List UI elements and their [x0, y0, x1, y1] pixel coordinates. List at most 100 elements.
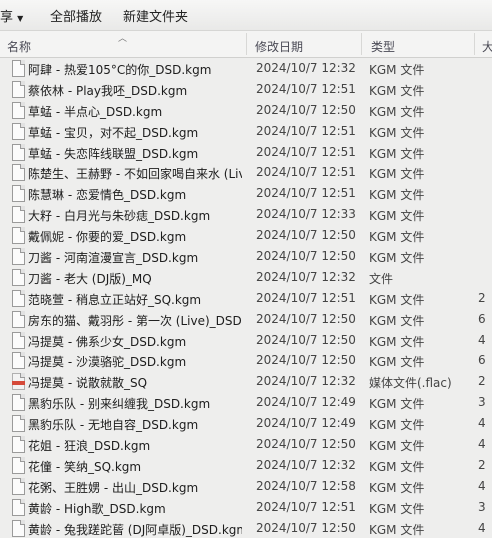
file-name: 戴佩妮 - 你要的爱_DSD.kgm: [28, 230, 187, 245]
column-size[interactable]: 大: [482, 38, 492, 55]
file-row[interactable]: 刀酱 - 老大 (DJ版)_MQ 2024/10/7 12:32 文件: [0, 267, 492, 288]
file-name: 黄龄 - High歌_DSD.kgm: [28, 501, 166, 516]
file-name: 陈慧琳 - 恋爱情色_DSD.kgm: [28, 188, 187, 203]
file-type: KGM 文件: [369, 292, 425, 307]
file-row[interactable]: 大籽 - 白月光与朱砂痣_DSD.kgm 2024/10/7 12:33 KGM 文…: [0, 204, 492, 225]
file-type: KGM 文件: [369, 522, 425, 537]
file-row[interactable]: 草蜢 - 失恋阵线联盟_DSD.kgm 2024/10/7 12:51 KGM 文件: [0, 142, 492, 163]
file-date-modified: 2024/10/7 12:51: [256, 499, 356, 514]
file-icon: [12, 498, 25, 516]
file-date-modified: 2024/10/7 12:51: [256, 144, 356, 159]
file-row[interactable]: 冯提莫 - 说散就散_SQ 2024/10/7 12:32 媒体文件(.flac) 2: [0, 371, 492, 392]
file-row[interactable]: 黄龄 - 兔我蹉跎蒈 (DJ阿卓版)_DSD.kgm 2024/10/7 12:5…: [0, 518, 492, 538]
play-all-button[interactable]: 全部播放: [50, 6, 102, 25]
file-date-modified: 2024/10/7 12:49: [256, 416, 356, 431]
file-row[interactable]: 冯提莫 - 沙漠骆驼_DSD.kgm 2024/10/7 12:50 KGM 文件 6: [0, 350, 492, 371]
file-icon: [12, 477, 25, 495]
column-divider[interactable]: [361, 33, 362, 55]
file-row[interactable]: 陈慧琳 - 恋爱情色_DSD.kgm 2024/10/7 12:51 KGM 文件: [0, 183, 492, 204]
file-row[interactable]: 花姐 - 狂浪_DSD.kgm 2024/10/7 12:50 KGM 文件 4: [0, 434, 492, 455]
file-row[interactable]: 戴佩妮 - 你要的爱_DSD.kgm 2024/10/7 12:50 KGM 文件: [0, 225, 492, 246]
file-icon: [12, 268, 25, 286]
share-menu[interactable]: 享 ▼: [0, 6, 23, 25]
file-row[interactable]: 冯提莫 - 佛系少女_DSD.kgm 2024/10/7 12:50 KGM 文件 4: [0, 330, 492, 351]
file-date-modified: 2024/10/7 12:51: [256, 81, 356, 96]
file-row[interactable]: 房东的猫、戴羽彤 - 第一次 (Live)_DSD... 2024/10/7 12…: [0, 309, 492, 330]
file-icon: [12, 248, 25, 266]
file-date-modified: 2024/10/7 12:51: [256, 186, 356, 201]
chevron-down-icon: ▼: [17, 14, 24, 23]
file-icon: [12, 122, 25, 140]
file-size: 2: [478, 374, 486, 389]
file-name: 花粥、王胜娚 - 出山_DSD.kgm: [28, 480, 199, 495]
file-name: 草蜢 - 失恋阵线联盟_DSD.kgm: [28, 146, 199, 161]
file-icon: [12, 415, 25, 433]
file-icon: [12, 164, 25, 182]
column-header: ︿ 名称 修改日期 类型 大: [0, 31, 492, 58]
column-date-modified[interactable]: 修改日期: [255, 38, 303, 55]
file-type: KGM 文件: [369, 334, 425, 349]
file-row[interactable]: 黄龄 - High歌_DSD.kgm 2024/10/7 12:51 KGM 文件 3: [0, 497, 492, 518]
file-row[interactable]: 黑豹乐队 - 别来纠缠我_DSD.kgm 2024/10/7 12:49 KGM 文…: [0, 392, 492, 413]
file-type: KGM 文件: [369, 230, 425, 245]
file-type: KGM 文件: [369, 501, 425, 516]
file-date-modified: 2024/10/7 12:51: [256, 165, 356, 180]
file-date-modified: 2024/10/7 12:50: [256, 520, 356, 535]
file-type: KGM 文件: [369, 459, 425, 474]
file-name: 黑豹乐队 - 无地自容_DSD.kgm: [28, 418, 199, 433]
file-date-modified: 2024/10/7 12:50: [256, 353, 356, 368]
file-date-modified: 2024/10/7 12:50: [256, 249, 356, 264]
file-name: 范晓萱 - 稍息立正站好_SQ.kgm: [28, 292, 202, 307]
file-size: 4: [478, 332, 486, 347]
file-size: 4: [478, 416, 486, 431]
file-name: 刀酱 - 河南渲漫宣言_DSD.kgm: [28, 251, 199, 266]
file-date-modified: 2024/10/7 12:32: [256, 374, 356, 389]
file-icon: [12, 206, 25, 224]
column-type[interactable]: 类型: [371, 38, 395, 55]
file-row[interactable]: 陈楚生、王赫野 - 不如回家喝自来水 (Liv... 2024/10/7 12:5…: [0, 162, 492, 183]
file-date-modified: 2024/10/7 12:32: [256, 269, 356, 284]
file-row[interactable]: 范晓萱 - 稍息立正站好_SQ.kgm 2024/10/7 12:51 KGM 文件…: [0, 288, 492, 309]
file-size: 3: [478, 395, 486, 410]
file-date-modified: 2024/10/7 12:33: [256, 207, 356, 222]
file-name: 黑豹乐队 - 别来纠缠我_DSD.kgm: [28, 397, 211, 412]
file-type: KGM 文件: [369, 209, 425, 224]
column-name[interactable]: 名称: [7, 38, 31, 55]
file-icon: [12, 185, 25, 203]
file-name: 大籽 - 白月光与朱砂痣_DSD.kgm: [28, 209, 211, 224]
file-name: 刀酱 - 老大 (DJ版)_MQ: [28, 271, 152, 286]
flac-file-icon: [12, 373, 25, 391]
file-row[interactable]: 草蜢 - 半点心_DSD.kgm 2024/10/7 12:50 KGM 文件: [0, 100, 492, 121]
file-type: KGM 文件: [369, 313, 425, 328]
file-type: KGM 文件: [369, 355, 425, 370]
file-name: 陈楚生、王赫野 - 不如回家喝自来水 (Liv...: [28, 167, 242, 182]
file-type: KGM 文件: [369, 83, 425, 98]
file-row[interactable]: 黑豹乐队 - 无地自容_DSD.kgm 2024/10/7 12:49 KGM 文件…: [0, 413, 492, 434]
file-row[interactable]: 花僮 - 笑纳_SQ.kgm 2024/10/7 12:32 KGM 文件 2: [0, 455, 492, 476]
file-name: 草蜢 - 宝贝，对不起_DSD.kgm: [28, 125, 199, 140]
file-name: 蔡依林 - Play我呸_DSD.kgm: [28, 83, 188, 98]
file-row[interactable]: 蔡依林 - Play我呸_DSD.kgm 2024/10/7 12:51 KGM 文…: [0, 79, 492, 100]
file-icon: [12, 101, 25, 119]
file-size: 4: [478, 520, 486, 535]
file-name: 冯提莫 - 佛系少女_DSD.kgm: [28, 334, 187, 349]
file-type: KGM 文件: [369, 104, 425, 119]
file-row[interactable]: 花粥、王胜娚 - 出山_DSD.kgm 2024/10/7 12:58 KGM 文件…: [0, 476, 492, 497]
new-folder-button[interactable]: 新建文件夹: [123, 6, 188, 25]
file-icon: [12, 310, 25, 328]
file-size: 2: [478, 290, 486, 305]
file-icon: [12, 394, 25, 412]
file-size: 4: [478, 478, 486, 493]
file-size: 4: [478, 437, 486, 452]
file-icon: [12, 436, 25, 454]
file-row[interactable]: 刀酱 - 河南渲漫宣言_DSD.kgm 2024/10/7 12:50 KGM 文件: [0, 246, 492, 267]
file-type: KGM 文件: [369, 188, 425, 203]
column-divider[interactable]: [474, 33, 475, 55]
file-size: 6: [478, 353, 486, 368]
file-list: 阿肆 - 热爱105°C的你_DSD.kgm 2024/10/7 12:32 KGM…: [0, 58, 492, 538]
file-date-modified: 2024/10/7 12:58: [256, 478, 356, 493]
column-divider[interactable]: [246, 33, 247, 55]
file-row[interactable]: 阿肆 - 热爱105°C的你_DSD.kgm 2024/10/7 12:32 KGM…: [0, 58, 492, 79]
file-icon: [12, 60, 25, 77]
file-row[interactable]: 草蜢 - 宝贝，对不起_DSD.kgm 2024/10/7 12:51 KGM 文件: [0, 121, 492, 142]
